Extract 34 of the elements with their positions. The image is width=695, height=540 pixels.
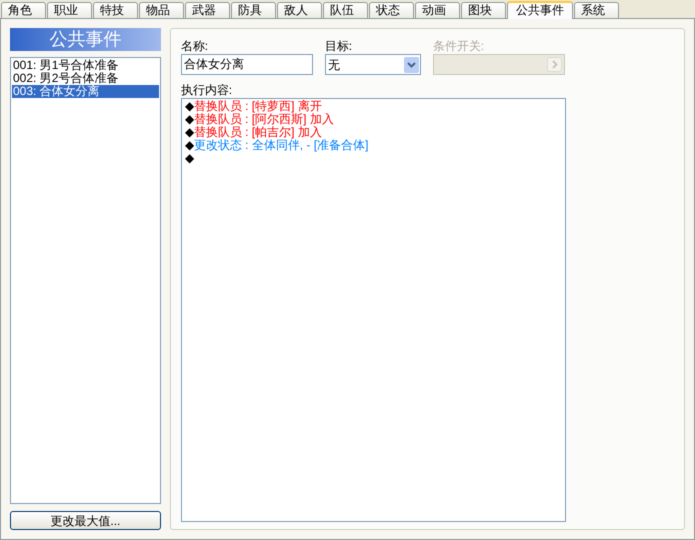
tab[interactable]: 角色	[1, 2, 46, 18]
change-max-button[interactable]: 更改最大值...	[10, 511, 161, 530]
event-list-item[interactable]: 003: 合体女分离	[12, 85, 159, 98]
name-input[interactable]: 合体女分离	[180, 54, 313, 75]
tab[interactable]: 武器	[185, 2, 230, 18]
name-label: 名称:	[180, 38, 210, 54]
tab[interactable]: 系统	[574, 2, 619, 18]
tab[interactable]: 特技	[93, 2, 138, 18]
tab[interactable]: 敌人	[277, 2, 322, 18]
tab[interactable]: 图块	[461, 2, 506, 18]
command-text[interactable]: 替换队员 : [帕吉尔] 加入	[194, 126, 322, 139]
command-text[interactable]: 更改状态 : 全体同伴, - [准备合体]	[194, 139, 368, 152]
tab[interactable]: 动画	[415, 2, 460, 18]
tab[interactable]: 队伍	[323, 2, 368, 18]
command-marker: ◆	[184, 126, 194, 139]
switch-label: 条件开关:	[432, 38, 486, 54]
event-list-item[interactable]: 002: 男2号合体准备	[12, 72, 159, 85]
sidebar-title: 公共事件	[10, 28, 161, 51]
tab[interactable]: 状态	[369, 2, 414, 18]
tab[interactable]: 公共事件	[507, 1, 573, 19]
tab[interactable]: 防具	[231, 2, 276, 18]
command-marker: ◆	[184, 113, 194, 126]
command-marker: ◆	[184, 152, 194, 165]
event-list-item[interactable]: 001: 男1号合体准备	[12, 59, 159, 72]
tab[interactable]: 职业	[47, 2, 92, 18]
command-text[interactable]: 替换队员 : [阿尔西斯] 加入	[194, 113, 334, 126]
command-marker: ◆	[184, 139, 194, 152]
command-marker: ◆	[184, 100, 194, 113]
content-label: 执行内容:	[180, 82, 234, 98]
arrow-right-icon	[546, 57, 562, 72]
tab[interactable]: 物品	[139, 2, 184, 18]
command-text[interactable]: 替换队员 : [特萝西] 离开	[194, 100, 322, 113]
target-dropdown[interactable]: 无	[324, 54, 421, 75]
target-label: 目标:	[324, 38, 354, 54]
